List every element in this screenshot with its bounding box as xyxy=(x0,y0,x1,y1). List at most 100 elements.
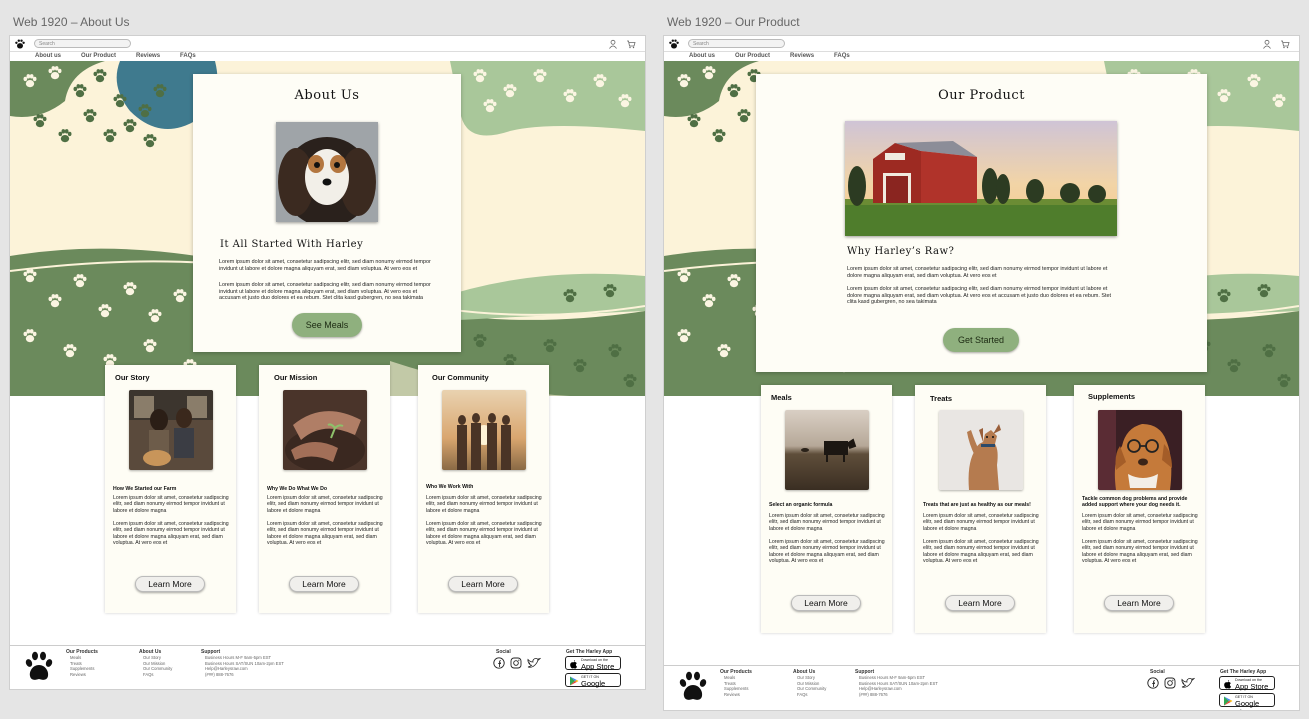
footer-heading: Social xyxy=(496,649,511,655)
paw-logo-icon[interactable] xyxy=(678,671,708,703)
card-heading: Why We Do What We Do xyxy=(267,486,328,492)
card-text-1: Lorem ipsum dolor sit amet, consetetur s… xyxy=(267,495,383,514)
facebook-icon[interactable] xyxy=(1147,677,1159,689)
intro-paragraph-2: Lorem ipsum dolor sit amet, consetetur s… xyxy=(219,282,431,302)
google-play-button[interactable]: GET IT ON Google Play xyxy=(1219,693,1275,710)
footer-link[interactable]: Supplements xyxy=(70,666,98,672)
site-footer: Our Products Meals Treats Supplements Re… xyxy=(10,645,645,689)
footer-link[interactable]: Our Community xyxy=(143,666,172,672)
about-us-card: About Us It All Started With Harley Lore… xyxy=(193,74,461,352)
card-our-community: Our Community Who We Work With Lorem ips… xyxy=(418,365,549,613)
app-store-button[interactable]: Download on the App Store xyxy=(1219,676,1275,691)
learn-more-button[interactable]: Learn More xyxy=(791,595,861,611)
footer-link[interactable]: Supplements xyxy=(724,686,752,692)
learn-more-button[interactable]: Learn More xyxy=(448,576,518,592)
nav-reviews[interactable]: Reviews xyxy=(790,52,814,61)
artboard-about-us: Search About us Our Product Reviews FAQs… xyxy=(10,36,645,689)
artboard-label-about: Web 1920 – About Us xyxy=(13,15,130,29)
footer-heading: Get The Harley App xyxy=(566,649,613,655)
card-heading: Select an organic formula xyxy=(769,502,833,508)
card-our-mission: Our Mission Why We Do What We Do Lorem i… xyxy=(259,365,390,613)
nav-faqs[interactable]: FAQs xyxy=(834,52,850,61)
apple-icon xyxy=(1224,680,1231,689)
learn-more-button[interactable]: Learn More xyxy=(945,595,1015,611)
google-play-big-text: Google Play xyxy=(1235,699,1260,710)
learn-more-button[interactable]: Learn More xyxy=(1104,595,1174,611)
cattle-field-photo xyxy=(785,410,869,490)
red-barn-photo xyxy=(845,121,1117,236)
card-title: Treats xyxy=(930,394,953,403)
nav-about-us[interactable]: About us xyxy=(35,52,61,61)
card-heading: Tackle common dog problems and provide a… xyxy=(1082,496,1188,508)
user-icon[interactable] xyxy=(1262,39,1272,49)
footer-app-column: Get The Harley App xyxy=(1220,669,1266,675)
twitter-icon[interactable] xyxy=(1181,677,1195,689)
nav-about-us[interactable]: About us xyxy=(689,52,715,61)
footer-heading: Social xyxy=(1150,669,1165,675)
dog-with-glasses-photo xyxy=(1098,410,1182,490)
footer-link[interactable]: FAQs xyxy=(143,672,172,678)
footer-app-column: Get The Harley App xyxy=(566,649,612,655)
instagram-icon[interactable] xyxy=(1164,677,1176,689)
search-input[interactable]: Search xyxy=(34,39,131,48)
cart-icon[interactable] xyxy=(1280,39,1290,49)
intro-paragraph-1: Lorem ipsum dolor sit amet, consetetur s… xyxy=(219,259,431,272)
learn-more-button[interactable]: Learn More xyxy=(289,576,359,592)
intro-paragraph-2: Lorem ipsum dolor sit amet, consetetur s… xyxy=(847,286,1111,306)
footer-support-column: Support Business Hours M-F 9am-5pm EST B… xyxy=(855,669,938,697)
footer-link[interactable]: Reviews xyxy=(70,672,98,678)
paw-logo-icon[interactable] xyxy=(668,38,680,50)
facebook-icon[interactable] xyxy=(493,657,505,669)
card-text-2: Lorem ipsum dolor sit amet, consetetur s… xyxy=(769,539,885,564)
nav-our-product[interactable]: Our Product xyxy=(81,52,116,61)
twitter-icon[interactable] xyxy=(527,657,541,669)
cart-icon[interactable] xyxy=(626,39,636,49)
card-text-2: Lorem ipsum dolor sit amet, consetetur s… xyxy=(1082,539,1198,564)
top-bar: Search xyxy=(10,36,645,52)
nav-reviews[interactable]: Reviews xyxy=(136,52,160,61)
footer-support-column: Support Business Hours M-F 9am-5pm EST B… xyxy=(201,649,284,677)
our-product-card: Our Product Why Harley’s Raw? Lorem ipsu… xyxy=(756,74,1207,372)
page-title: Our Product xyxy=(938,88,1025,103)
card-meals: Meals Select an organic formula Lorem ip… xyxy=(761,385,892,633)
card-treats: Treats Treats that are just as healthy a… xyxy=(915,385,1046,633)
google-play-icon xyxy=(1224,696,1233,706)
footer-social-column: Social xyxy=(496,649,511,655)
intro-paragraph-1: Lorem ipsum dolor sit amet, consetetur s… xyxy=(847,266,1108,279)
footer-heading: Get The Harley App xyxy=(1220,669,1267,675)
card-text-1: Lorem ipsum dolor sit amet, consetetur s… xyxy=(113,495,229,514)
card-heading: Who We Work With xyxy=(426,484,474,490)
instagram-icon[interactable] xyxy=(510,657,522,669)
google-play-icon xyxy=(570,676,579,686)
card-supplements: Supplements Tackle common dog problems a… xyxy=(1074,385,1205,633)
search-input[interactable]: Search xyxy=(688,39,785,48)
nav-faqs[interactable]: FAQs xyxy=(180,52,196,61)
footer-link[interactable]: Our Community xyxy=(797,686,826,692)
footer-about-column: About Us Our Story Our Mission Our Commu… xyxy=(139,649,172,677)
footer-products-column: Our Products Meals Treats Supplements Re… xyxy=(66,649,98,677)
card-title: Our Mission xyxy=(274,373,318,382)
footer-about-column: About Us Our Story Our Mission Our Commu… xyxy=(793,669,826,697)
learn-more-button[interactable]: Learn More xyxy=(135,576,205,592)
app-store-button[interactable]: Download on the App Store xyxy=(565,656,621,671)
card-text-2: Lorem ipsum dolor sit amet, consetetur s… xyxy=(267,521,383,546)
paw-logo-icon[interactable] xyxy=(14,38,26,50)
card-our-story: Our Story How We Started our Farm Lorem … xyxy=(105,365,236,613)
card-text-1: Lorem ipsum dolor sit amet, consetetur s… xyxy=(1082,513,1198,532)
see-meals-button[interactable]: See Meals xyxy=(292,313,362,337)
site-footer: Our Products Meals Treats Supplements Re… xyxy=(664,665,1299,710)
app-store-big-text: App Store xyxy=(581,662,615,671)
card-heading: How We Started our Farm xyxy=(113,486,177,492)
google-play-button[interactable]: GET IT ON Google Play xyxy=(565,673,621,689)
nav-our-product[interactable]: Our Product xyxy=(735,52,770,61)
footer-link[interactable]: FAQs xyxy=(797,692,826,698)
footer-link[interactable]: Reviews xyxy=(724,692,752,698)
card-title: Our Community xyxy=(432,373,489,382)
get-started-button[interactable]: Get Started xyxy=(943,328,1019,352)
user-icon[interactable] xyxy=(608,39,618,49)
couple-with-dog-photo xyxy=(129,390,213,470)
hands-planting-photo xyxy=(283,390,367,470)
apple-icon xyxy=(570,660,577,669)
paw-logo-icon[interactable] xyxy=(24,651,54,683)
card-text-1: Lorem ipsum dolor sit amet, consetetur s… xyxy=(769,513,885,532)
